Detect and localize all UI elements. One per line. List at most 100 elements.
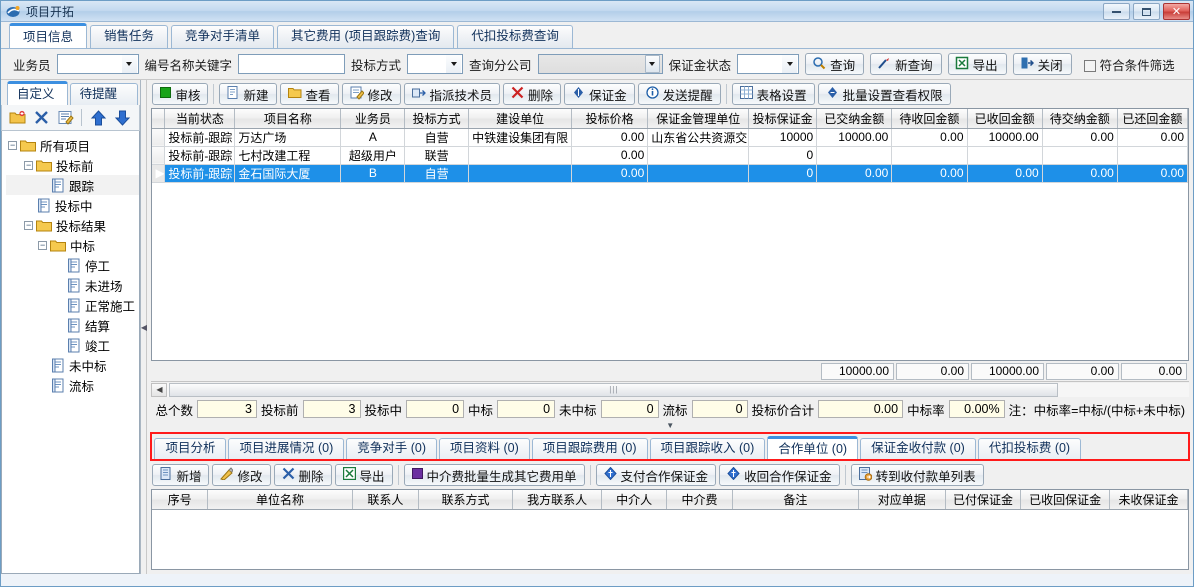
filter-checkbox[interactable]: 符合条件筛选 (1083, 55, 1175, 74)
tab-partner-units[interactable]: 合作单位 (0) (767, 436, 859, 459)
table-row-selected[interactable]: ▶ 投标前-跟踪 金石国际大厦 B 自营 0.00 0 0.00 0.00 0.… (152, 164, 1189, 183)
table-row[interactable]: 投标前-跟踪 七村改建工程 超级用户 联营 0.00 0 (152, 146, 1189, 165)
goto-payment-list-button[interactable]: 转到收付款单列表 (850, 464, 984, 486)
maximize-button[interactable] (1133, 3, 1160, 20)
category-tree[interactable]: − 所有项目 − 投标前 跟踪 投标中 − 投标结果 − 中标 停工 未进场 正… (1, 131, 141, 574)
tree-node[interactable]: − 中标 (6, 235, 139, 255)
col-recovered-deposit[interactable]: 已收回保证金 (1020, 490, 1110, 510)
scroll-track[interactable]: ||| (167, 382, 1189, 397)
col-agent-fee[interactable]: 中介费 (666, 490, 733, 510)
col-to-pay[interactable]: 待交纳金额 (1042, 109, 1118, 129)
tree-node[interactable]: 正常施工 (6, 295, 139, 315)
col-our-contact[interactable]: 我方联系人 (512, 490, 602, 510)
move-down-icon[interactable] (111, 107, 133, 128)
tree-node[interactable]: 投标中 (6, 195, 139, 215)
col-agent[interactable]: 中介人 (601, 490, 668, 510)
tab-tracking-income[interactable]: 项目跟踪收入 (0) (649, 438, 766, 459)
tab-project-progress[interactable]: 项目进展情况 (0) (228, 438, 345, 459)
tab-tracking-expense[interactable]: 项目跟踪费用 (0) (531, 438, 648, 459)
collapse-toggle-icon[interactable]: − (8, 140, 17, 150)
query-button[interactable]: 查询 (805, 53, 865, 75)
col-to-recover[interactable]: 待收回金额 (891, 109, 968, 129)
col-contact-method[interactable]: 联系方式 (418, 490, 514, 510)
tab-withholding-bid-fee[interactable]: 代扣投标费 (0) (977, 438, 1082, 459)
tree-node[interactable]: 竣工 (6, 335, 139, 355)
col-project-name[interactable]: 项目名称 (234, 109, 342, 129)
collapse-toggle-icon[interactable]: − (24, 160, 33, 170)
minimize-button[interactable] (1103, 3, 1130, 20)
col-bid-method[interactable]: 投标方式 (404, 109, 470, 129)
export-partner-button[interactable]: 导出 (334, 464, 393, 486)
row-marker[interactable]: ▶ (152, 164, 166, 183)
collapse-toggle-icon[interactable]: − (24, 220, 33, 230)
row-marker[interactable] (152, 128, 166, 147)
keyword-input[interactable] (238, 54, 346, 74)
tab-competitor-list[interactable]: 竞争对手清单 (171, 25, 275, 48)
partner-units-grid[interactable]: 序号 单位名称 联系人 联系方式 我方联系人 中介人 中介费 备注 对应单据 已… (151, 489, 1189, 570)
col-bid-price[interactable]: 投标价格 (571, 109, 649, 129)
grid-horizontal-scrollbar[interactable]: ◀ ||| (151, 381, 1189, 397)
col-unrecovered-deposit[interactable]: 未收保证金 (1109, 490, 1189, 510)
close-window-button[interactable]: 关闭 (1012, 53, 1072, 75)
col-paid-deposit[interactable]: 已付保证金 (945, 490, 1022, 510)
add-partner-button[interactable]: 新增 (152, 464, 210, 486)
vertical-splitter[interactable]: ▼ (147, 421, 1193, 430)
modify-button[interactable]: 修改 (341, 83, 401, 105)
bid-method-select[interactable] (407, 54, 464, 74)
tab-deposit-payments[interactable]: 保证金收付款 (0) (860, 438, 976, 459)
tree-node[interactable]: 流标 (6, 375, 139, 395)
col-status[interactable]: 当前状态 (164, 109, 236, 129)
col-build-unit[interactable]: 建设单位 (468, 109, 573, 129)
batch-permission-button[interactable]: 批量设置查看权限 (817, 83, 951, 105)
export-button[interactable]: 导出 (947, 53, 1007, 75)
table-row[interactable]: 投标前-跟踪 万达广场 A 自营 中铁建设集团有限 0.00 山东省公共资源交 … (152, 128, 1189, 147)
recover-partner-deposit-button[interactable]: 收回合作保证金 (719, 464, 840, 486)
tree-node[interactable]: − 投标结果 (6, 215, 139, 235)
branch-select[interactable] (537, 54, 663, 74)
tree-node[interactable]: − 投标前 (6, 155, 139, 175)
delete-icon[interactable] (30, 107, 52, 128)
close-button[interactable]: ✕ (1163, 3, 1190, 20)
tree-node-selected[interactable]: 跟踪 (6, 175, 140, 195)
col-remark[interactable]: 备注 (732, 490, 860, 510)
view-button[interactable]: 查看 (279, 83, 339, 105)
tab-project-analysis[interactable]: 项目分析 (154, 438, 227, 459)
collapse-toggle-icon[interactable]: − (38, 240, 47, 250)
tab-pending-reminder[interactable]: 待提醒的项目 (69, 83, 139, 121)
col-returned[interactable]: 已还回金额 (1117, 109, 1189, 129)
audit-button[interactable]: 审核 (152, 83, 209, 105)
col-unit-name[interactable]: 单位名称 (207, 490, 354, 510)
tab-project-info[interactable]: 项目信息 (9, 23, 88, 48)
assign-technician-button[interactable]: 指派技术员 (403, 83, 501, 105)
tree-node[interactable]: 未中标 (6, 355, 139, 375)
pay-partner-deposit-button[interactable]: 支付合作保证金 (595, 464, 717, 486)
tree-node[interactable]: 未进场 (6, 275, 139, 295)
batch-generate-fee-button[interactable]: 中介费批量生成其它费用单 (403, 464, 585, 486)
tree-node[interactable]: 停工 (6, 255, 139, 275)
scroll-left-icon[interactable]: ◀ (151, 382, 168, 397)
new-button[interactable]: 新建 (219, 83, 277, 105)
deposit-button[interactable]: 保证金 (564, 83, 635, 105)
col-salesman[interactable]: 业务员 (340, 109, 406, 129)
edit-classify-icon[interactable] (54, 107, 76, 128)
modify-partner-button[interactable]: 修改 (212, 464, 271, 486)
col-recovered[interactable]: 已收回金额 (967, 109, 1043, 129)
col-contact[interactable]: 联系人 (352, 490, 419, 510)
tab-sales-task[interactable]: 销售任务 (90, 25, 169, 48)
delete-partner-button[interactable]: 删除 (273, 464, 332, 486)
col-deposit-unit[interactable]: 保证金管理单位 (647, 109, 750, 129)
delete-button[interactable]: 删除 (503, 83, 562, 105)
table-settings-button[interactable]: 表格设置 (731, 83, 815, 105)
tree-node[interactable]: − 所有项目 (6, 135, 139, 155)
deposit-status-select[interactable] (737, 54, 800, 74)
projects-grid[interactable]: 当前状态 项目名称 业务员 投标方式 建设单位 投标价格 保证金管理单位 投标保… (151, 108, 1189, 361)
new-folder-icon[interactable] (6, 107, 28, 128)
checkbox-box[interactable] (1083, 59, 1096, 72)
tab-competitors[interactable]: 竞争对手 (0) (346, 438, 438, 459)
tab-withholding-bid-fee-query[interactable]: 代扣投标费查询 (457, 25, 573, 48)
scroll-thumb[interactable]: ||| (169, 382, 1059, 397)
tab-other-fee-query[interactable]: 其它费用 (项目跟踪费)查询 (277, 25, 455, 48)
send-reminder-button[interactable]: 发送提醒 (637, 83, 721, 105)
row-marker[interactable] (152, 146, 166, 165)
new-query-button[interactable]: 新查询 (870, 53, 942, 75)
